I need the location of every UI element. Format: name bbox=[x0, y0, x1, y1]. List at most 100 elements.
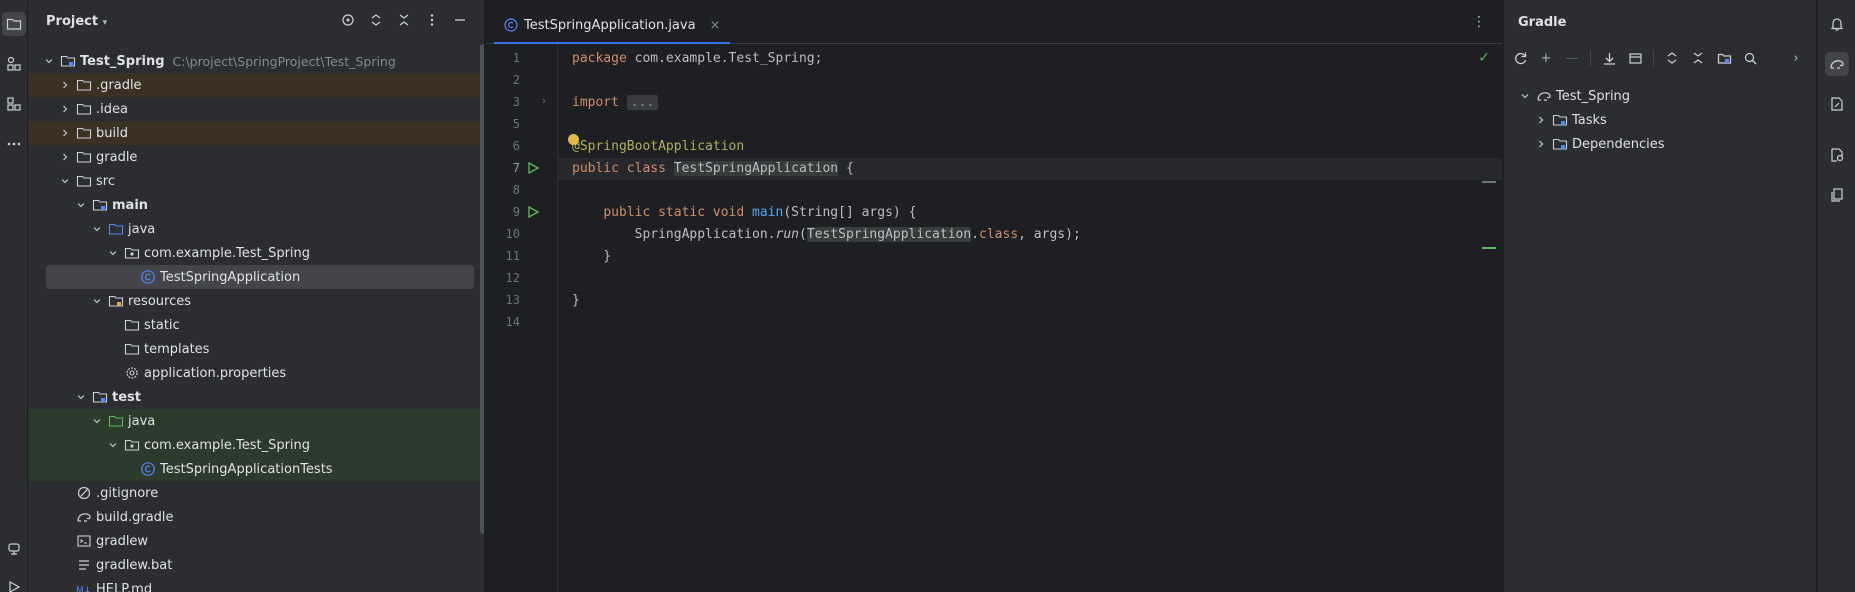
project-title-dropdown[interactable]: Project ▾ bbox=[46, 14, 107, 29]
gradle-item-dependencies[interactable]: Dependencies bbox=[1534, 132, 1665, 156]
collapse-all-icon[interactable] bbox=[1690, 50, 1706, 66]
tree-item-src[interactable]: src bbox=[28, 169, 484, 193]
chevron-placeholder bbox=[58, 486, 72, 500]
tree-item-test[interactable]: test bbox=[28, 385, 484, 409]
copy-document-icon bbox=[1831, 188, 1843, 202]
expand-all-icon[interactable] bbox=[368, 12, 384, 28]
more-tools-button[interactable] bbox=[2, 132, 26, 156]
document-search-icon bbox=[1831, 148, 1844, 162]
line-number: 1 bbox=[512, 51, 520, 65]
tree-item-application-properties[interactable]: application.properties bbox=[28, 361, 484, 385]
tree-item-gitignore[interactable]: .gitignore bbox=[28, 481, 484, 505]
tree-item-com-example-test-spring[interactable]: com.example.Test_Spring bbox=[28, 241, 484, 265]
intention-bulb-icon[interactable] bbox=[568, 134, 579, 145]
tree-item-build-gradle[interactable]: build.gradle bbox=[28, 505, 484, 529]
tree-item-label: resources bbox=[128, 293, 192, 309]
no-problems-check-icon[interactable]: ✓ bbox=[1478, 50, 1490, 66]
structure-tool-button[interactable] bbox=[2, 52, 26, 76]
copy-tool-button[interactable] bbox=[1825, 183, 1849, 207]
chevron-down-icon[interactable] bbox=[106, 438, 120, 452]
options-menu-icon[interactable] bbox=[424, 12, 440, 28]
download-sources-icon[interactable] bbox=[1601, 50, 1617, 66]
chevron-down-icon[interactable] bbox=[74, 390, 88, 404]
tree-item-label: Test_Spring bbox=[80, 53, 165, 69]
tree-item-com-example-test-spring[interactable]: com.example.Test_Spring bbox=[28, 433, 484, 457]
execute-task-icon[interactable] bbox=[1627, 50, 1643, 66]
code-line: public class TestSpringApplication { bbox=[558, 158, 1502, 180]
remove-icon[interactable]: — bbox=[1564, 50, 1580, 66]
chevron-down-icon[interactable] bbox=[1518, 89, 1532, 103]
change-marker[interactable] bbox=[1482, 181, 1496, 183]
code-area[interactable]: package com.example.Test_Spring; import .… bbox=[558, 44, 1502, 592]
tree-item-static[interactable]: static bbox=[28, 313, 484, 337]
chevron-right-icon[interactable] bbox=[58, 102, 72, 116]
tab-close-icon[interactable]: × bbox=[710, 18, 721, 33]
gradle-item-test-spring[interactable]: Test_Spring bbox=[1518, 84, 1630, 108]
run-tool-button[interactable] bbox=[2, 575, 26, 592]
class-icon bbox=[504, 18, 518, 32]
plugins-tool-button[interactable] bbox=[2, 92, 26, 116]
chevron-right-icon[interactable] bbox=[58, 126, 72, 140]
services-tool-button[interactable] bbox=[2, 537, 26, 561]
fold-expand-icon[interactable]: › bbox=[542, 96, 546, 107]
tree-item-help-md[interactable]: M↓ HELP.md bbox=[28, 577, 484, 592]
database-tool-button[interactable] bbox=[1825, 92, 1849, 116]
tab-test-spring-application[interactable]: TestSpringApplication.java × bbox=[494, 8, 731, 44]
analysis-tool-button[interactable] bbox=[1825, 143, 1849, 167]
code-line: @SpringBootApplication bbox=[572, 139, 745, 154]
chevron-down-icon[interactable] bbox=[42, 54, 56, 68]
tree-item-resources[interactable]: resources bbox=[28, 289, 484, 313]
chevron-right-icon[interactable] bbox=[1534, 137, 1548, 151]
folder-icon bbox=[76, 101, 92, 117]
chevron-down-icon[interactable] bbox=[90, 294, 104, 308]
chevron-right-icon[interactable]: › bbox=[1788, 50, 1804, 66]
project-tool-button[interactable] bbox=[2, 12, 26, 36]
chevron-down-icon[interactable] bbox=[106, 246, 120, 260]
chevron-down-icon[interactable] bbox=[74, 198, 88, 212]
folder-icon bbox=[76, 77, 92, 93]
tree-item-java[interactable]: java bbox=[28, 217, 484, 241]
chevron-right-icon[interactable] bbox=[1534, 113, 1548, 127]
change-marker[interactable] bbox=[1482, 247, 1496, 249]
chevron-down-icon[interactable] bbox=[58, 174, 72, 188]
tree-item-gradlew-bat[interactable]: gradlew.bat bbox=[28, 553, 484, 577]
project-tree-scrollbar[interactable] bbox=[480, 44, 484, 534]
tree-item-main[interactable]: main bbox=[28, 193, 484, 217]
analyze-dependencies-icon[interactable] bbox=[1742, 50, 1758, 66]
notifications-button[interactable] bbox=[1825, 12, 1849, 36]
gradle-tool-button[interactable] bbox=[1825, 52, 1849, 76]
tree-item-idea[interactable]: .idea bbox=[28, 97, 484, 121]
tree-item-templates[interactable]: templates bbox=[28, 337, 484, 361]
tree-item-testspringapplicationtests[interactable]: TestSpringApplicationTests bbox=[28, 457, 484, 481]
tree-item-testspringapplication[interactable]: TestSpringApplication bbox=[46, 265, 474, 289]
tree-item-gradlew[interactable]: gradlew bbox=[28, 529, 484, 553]
code-line: } bbox=[572, 293, 580, 308]
settings-file-icon bbox=[124, 365, 140, 381]
chevron-down-icon[interactable] bbox=[90, 414, 104, 428]
locate-file-icon[interactable] bbox=[340, 12, 356, 28]
add-icon[interactable]: + bbox=[1538, 50, 1554, 66]
services-icon bbox=[8, 543, 20, 555]
gradle-item-tasks[interactable]: Tasks bbox=[1534, 108, 1607, 132]
hide-panel-icon[interactable] bbox=[452, 12, 468, 28]
chevron-down-icon[interactable] bbox=[90, 222, 104, 236]
editor: TestSpringApplication.java × ⋮ 1 2 3 › 5 6 7 8 9… bbox=[486, 0, 1502, 592]
chevron-right-icon[interactable] bbox=[58, 78, 72, 92]
expand-all-icon[interactable] bbox=[1664, 50, 1680, 66]
run-gutter-icon[interactable] bbox=[526, 161, 542, 177]
reload-icon[interactable] bbox=[1512, 50, 1528, 66]
tab-label: TestSpringApplication.java bbox=[524, 17, 696, 33]
tab-options-icon[interactable]: ⋮ bbox=[1472, 14, 1486, 30]
folder-icon bbox=[124, 341, 140, 357]
run-gutter-icon[interactable] bbox=[526, 205, 542, 221]
chevron-placeholder bbox=[58, 582, 72, 592]
collapse-all-icon[interactable] bbox=[396, 12, 412, 28]
tree-item-build[interactable]: build bbox=[28, 121, 484, 145]
tree-item-test-spring[interactable]: Test_Spring C:\project\SpringProject\Test… bbox=[28, 49, 484, 73]
tree-item-java[interactable]: java bbox=[28, 409, 484, 433]
tree-item-gradle[interactable]: gradle bbox=[28, 145, 484, 169]
group-modules-icon[interactable] bbox=[1716, 50, 1732, 66]
chevron-right-icon[interactable] bbox=[58, 150, 72, 164]
tree-item-gradle[interactable]: .gradle bbox=[28, 73, 484, 97]
